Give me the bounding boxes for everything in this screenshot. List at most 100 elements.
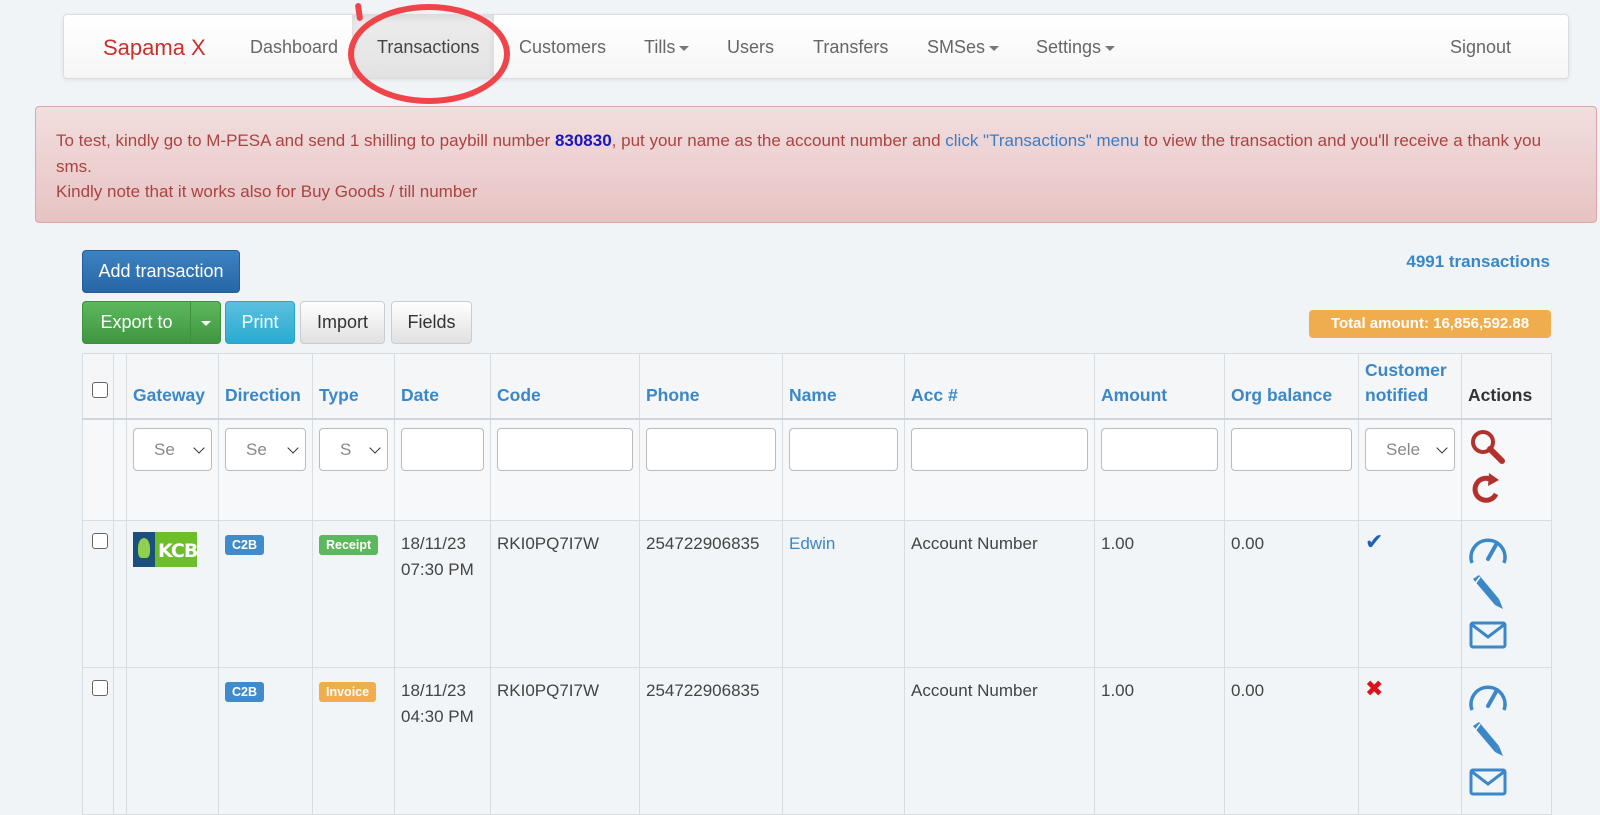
header-name[interactable]: Name — [782, 353, 905, 420]
caret-down-icon — [1105, 45, 1116, 51]
notified-filter-select[interactable]: Sele — [1365, 427, 1455, 471]
notified-cell: ✔ — [1358, 519, 1462, 668]
header-date[interactable]: Date — [394, 353, 491, 420]
nav-settings[interactable]: Settings — [1036, 37, 1116, 58]
filter-cell: Sele — [1358, 418, 1462, 521]
gateway-logo-text: KCB — [158, 539, 197, 562]
acc-cell: Account Number — [904, 666, 1095, 815]
type-filter-select[interactable]: S — [319, 427, 388, 471]
lion-icon — [133, 531, 155, 567]
amount-cell: 1.00 — [1094, 666, 1225, 815]
caret-down-icon — [679, 45, 690, 51]
phone-filter-input[interactable] — [646, 427, 776, 471]
nav-settings-label: Settings — [1036, 37, 1102, 57]
name-filter-input[interactable] — [789, 427, 898, 471]
brand-logo[interactable]: Sapama X — [103, 35, 206, 61]
paybill-number: 830830 — [554, 131, 612, 150]
nav-smses[interactable]: SMSes — [927, 37, 1000, 58]
nav-tills[interactable]: Tills — [644, 37, 690, 58]
header-direction[interactable]: Direction — [218, 353, 313, 420]
chevron-down-icon — [193, 441, 205, 454]
amount-filter-input[interactable] — [1101, 427, 1218, 471]
row-checkbox[interactable] — [92, 532, 108, 549]
code-cell: RKI0PQ7I7W — [490, 519, 640, 668]
amount-cell: 1.00 — [1094, 519, 1225, 668]
edit-pen-icon[interactable] — [1468, 720, 1508, 760]
envelope-icon[interactable] — [1468, 615, 1508, 655]
header-amount[interactable]: Amount — [1094, 353, 1225, 420]
kcb-gateway-logo: KCB — [133, 531, 197, 567]
row-checkbox[interactable] — [92, 679, 108, 696]
nav-signout[interactable]: Signout — [1450, 37, 1511, 58]
org-balance-filter-input[interactable] — [1231, 427, 1352, 471]
alert-text-2: , put your name as the account number an… — [611, 131, 946, 150]
filter-cell — [639, 418, 783, 521]
spacer-cell — [113, 666, 127, 815]
nav-dashboard[interactable]: Dashboard — [250, 37, 338, 58]
row-select-cell — [82, 519, 114, 668]
transactions-menu-link[interactable]: click "Transactions" menu — [945, 131, 1139, 150]
header-row: Gateway Direction Type Date Code Phone N… — [82, 353, 1552, 420]
filter-cell — [113, 418, 127, 521]
acc-filter-input[interactable] — [911, 427, 1088, 471]
direction-filter-value: Se — [246, 439, 267, 459]
nav-smses-label: SMSes — [927, 37, 986, 57]
date-filter-input[interactable] — [401, 427, 484, 471]
chevron-down-icon — [369, 441, 381, 454]
gateway-filter-value: Se — [154, 439, 175, 459]
org-balance-cell: 0.00 — [1224, 666, 1359, 815]
direction-filter-select[interactable]: Se — [225, 427, 306, 471]
nav-transfers[interactable]: Transfers — [813, 37, 888, 58]
search-icon[interactable] — [1468, 428, 1508, 468]
header-acc[interactable]: Acc # — [904, 353, 1095, 420]
edit-pen-icon[interactable] — [1468, 573, 1508, 613]
refresh-icon[interactable] — [1468, 470, 1508, 510]
top-navbar: Sapama X Dashboard Transactions Customer… — [63, 14, 1569, 79]
chevron-down-icon — [287, 441, 299, 454]
header-phone[interactable]: Phone — [639, 353, 783, 420]
filter-cell — [394, 418, 491, 521]
header-code[interactable]: Code — [490, 353, 640, 420]
actions-cell — [1461, 666, 1552, 815]
filter-cell — [1094, 418, 1225, 521]
import-button[interactable]: Import — [300, 301, 385, 344]
alert-text-1: To test, kindly go to M-PESA and send 1 … — [56, 131, 555, 150]
filter-cell — [82, 418, 114, 521]
speedometer-icon[interactable] — [1468, 678, 1508, 718]
notified-filter-value: Sele — [1386, 439, 1421, 459]
code-filter-input[interactable] — [497, 427, 633, 471]
actions-cell — [1461, 519, 1552, 668]
name-cell — [782, 666, 905, 815]
header-customer-notified[interactable]: Customer notified — [1358, 353, 1462, 420]
time-value: 04:30 PM — [401, 706, 474, 726]
table-row[interactable]: C2B Invoice 18/11/23 04:30 PM RKI0PQ7I7W … — [82, 666, 1552, 815]
spacer-header — [113, 353, 127, 420]
acc-cell: Account Number — [904, 519, 1095, 668]
date-value: 18/11/23 — [401, 680, 466, 700]
name-cell: Edwin — [782, 519, 905, 668]
filter-cell — [782, 418, 905, 521]
customer-name-link[interactable]: Edwin — [789, 534, 835, 553]
fields-button[interactable]: Fields — [391, 301, 472, 344]
header-org-balance[interactable]: Org balance — [1224, 353, 1359, 420]
select-all-checkbox[interactable] — [92, 381, 108, 398]
nav-tills-label: Tills — [644, 37, 676, 57]
speedometer-icon[interactable] — [1468, 531, 1508, 571]
print-button[interactable]: Print — [225, 301, 295, 344]
export-button[interactable]: Export to — [82, 301, 191, 344]
nav-customers[interactable]: Customers — [519, 37, 606, 58]
header-type[interactable]: Type — [312, 353, 395, 420]
add-transaction-button[interactable]: Add transaction — [82, 250, 240, 293]
table-row[interactable]: KCB C2B Receipt 18/11/23 07:30 PM RKI0PQ7… — [82, 519, 1552, 668]
filter-cell — [904, 418, 1095, 521]
alert-note: Kindly note that it works also for Buy G… — [56, 182, 478, 201]
phone-cell: 254722906835 — [639, 666, 783, 815]
filter-cell: S — [312, 418, 395, 521]
export-dropdown-toggle[interactable] — [190, 301, 221, 344]
filter-row: Se Se S Sele — [82, 418, 1552, 521]
transactions-table: Gateway Direction Type Date Code Phone N… — [82, 353, 1552, 815]
code-cell: RKI0PQ7I7W — [490, 666, 640, 815]
nav-users[interactable]: Users — [727, 37, 774, 58]
gateway-filter-select[interactable]: Se — [133, 427, 212, 471]
header-gateway[interactable]: Gateway — [126, 353, 219, 420]
